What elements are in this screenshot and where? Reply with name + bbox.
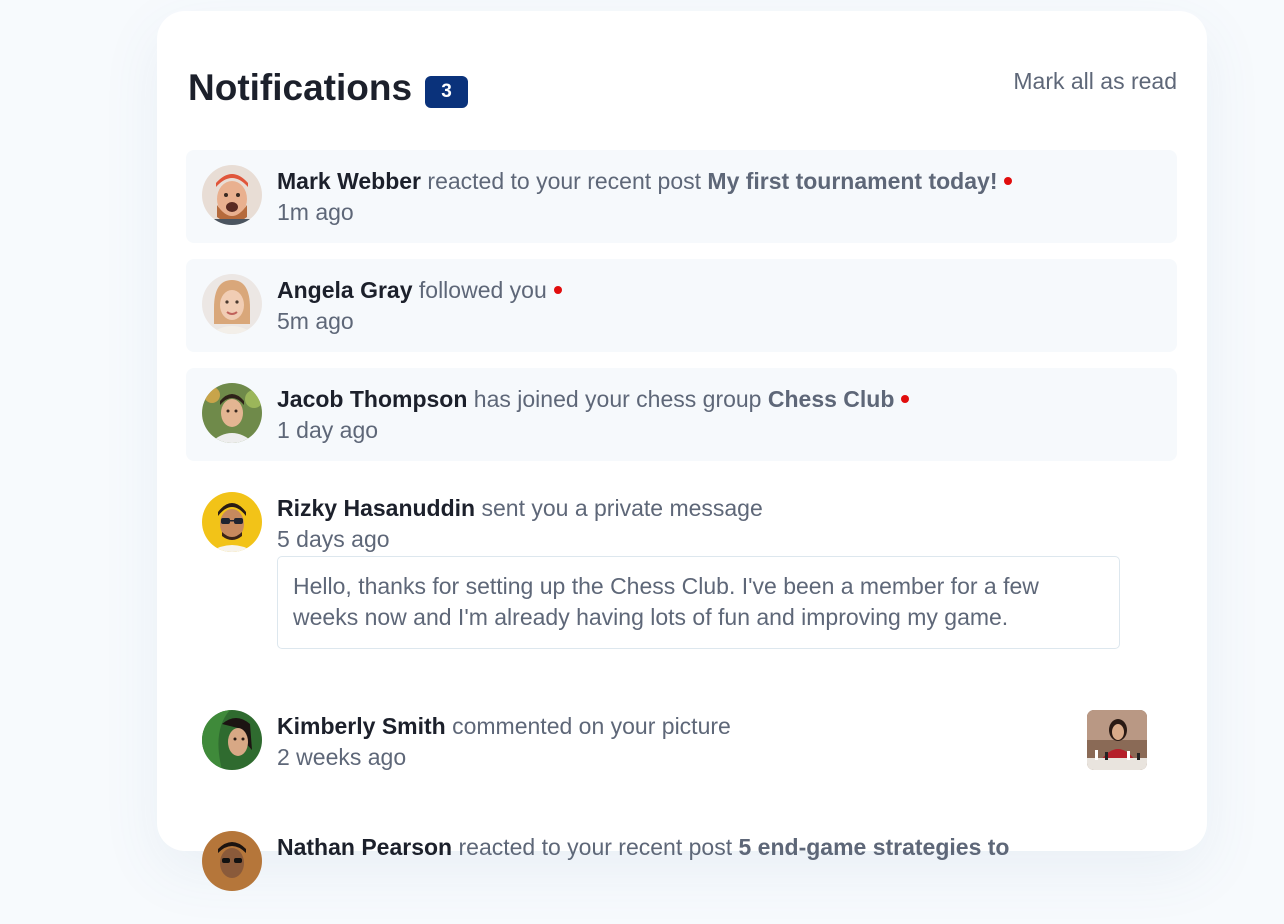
notification-item[interactable]: Nathan Pearson reacted to your recent po… bbox=[186, 816, 1177, 908]
user-name-link[interactable]: Kimberly Smith bbox=[277, 713, 446, 739]
notifications-header: Notifications 3 Mark all as read bbox=[188, 66, 1177, 110]
chess-picture-thumbnail[interactable] bbox=[1087, 710, 1147, 770]
notification-text: Mark Webber reacted to your recent post … bbox=[277, 166, 1157, 196]
notification-text: Jacob Thompson has joined your chess gro… bbox=[277, 384, 1157, 414]
group-link[interactable]: Chess Club bbox=[768, 386, 895, 412]
notification-time: 2 weeks ago bbox=[277, 744, 407, 770]
notification-text: Nathan Pearson reacted to your recent po… bbox=[277, 832, 1157, 862]
notification-action: sent you a private message bbox=[481, 495, 763, 521]
notification-action: reacted to your recent post bbox=[458, 834, 733, 860]
mark-all-as-read-button[interactable]: Mark all as read bbox=[1013, 68, 1177, 95]
unread-dot-icon bbox=[1004, 176, 1013, 185]
notification-action: reacted to your recent post bbox=[427, 168, 702, 194]
private-message-preview[interactable]: Hello, thanks for setting up the Chess C… bbox=[277, 556, 1120, 649]
post-link[interactable]: 5 end-game strategies to bbox=[739, 834, 1010, 860]
unread-dot-icon bbox=[553, 285, 562, 294]
avatar-angela-gray[interactable] bbox=[202, 274, 262, 334]
avatar-kimberly-smith[interactable] bbox=[202, 710, 262, 770]
notification-text: Angela Gray followed you bbox=[277, 275, 1157, 305]
notification-action: commented on your picture bbox=[452, 713, 731, 739]
unread-dot-icon bbox=[901, 394, 910, 403]
avatar-mark-webber[interactable] bbox=[202, 165, 262, 225]
notification-time: 1 day ago bbox=[277, 417, 379, 443]
notification-action: has joined your chess group bbox=[473, 386, 762, 412]
notification-action: followed you bbox=[418, 277, 547, 303]
notification-item[interactable]: Angela Gray followed you 5m ago bbox=[186, 259, 1177, 352]
user-name-link[interactable]: Angela Gray bbox=[277, 277, 413, 303]
unread-count-badge: 3 bbox=[425, 76, 468, 108]
notification-text: Kimberly Smith commented on your picture bbox=[277, 711, 1157, 741]
avatar-rizky-hasanuddin[interactable] bbox=[202, 492, 262, 552]
user-name-link[interactable]: Mark Webber bbox=[277, 168, 421, 194]
notification-text: Rizky Hasanuddin sent you a private mess… bbox=[277, 493, 1157, 523]
notifications-card: Notifications 3 Mark all as read Mark We… bbox=[157, 11, 1207, 891]
user-name-link[interactable]: Nathan Pearson bbox=[277, 834, 452, 860]
page-title: Notifications bbox=[188, 67, 413, 108]
notification-item[interactable]: Kimberly Smith commented on your picture… bbox=[186, 695, 1177, 800]
notification-time: 5m ago bbox=[277, 308, 354, 334]
user-name-link[interactable]: Jacob Thompson bbox=[277, 386, 467, 412]
avatar-jacob-thompson[interactable] bbox=[202, 383, 262, 443]
post-link[interactable]: My first tournament today! bbox=[707, 168, 997, 194]
notification-item[interactable]: Mark Webber reacted to your recent post … bbox=[186, 150, 1177, 243]
user-name-link[interactable]: Rizky Hasanuddin bbox=[277, 495, 475, 521]
notification-time: 1m ago bbox=[277, 199, 354, 225]
notification-item[interactable]: Rizky Hasanuddin sent you a private mess… bbox=[186, 477, 1177, 679]
notification-time: 5 days ago bbox=[277, 526, 390, 552]
notification-list: Mark Webber reacted to your recent post … bbox=[186, 150, 1177, 924]
avatar-nathan-pearson[interactable] bbox=[202, 831, 262, 891]
notification-item[interactable]: Jacob Thompson has joined your chess gro… bbox=[186, 368, 1177, 461]
